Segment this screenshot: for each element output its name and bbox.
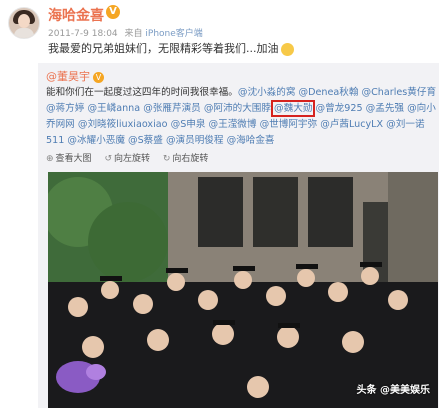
mention-link[interactable]: @曾龙925 [315, 103, 362, 114]
mention-link[interactable]: @演员明俊程 [166, 135, 224, 146]
mention-link[interactable]: @卢茜LucyLX [320, 119, 383, 130]
mention-link[interactable]: @Charles黄仔育 [362, 87, 437, 98]
post-timestamp[interactable]: 2011-7-9 18:04 [48, 29, 118, 39]
mention-link[interactable]: @沈小淼的窝 [238, 87, 296, 98]
repost-author[interactable]: @董昊宇 V [46, 68, 104, 84]
post-author[interactable]: 海哈金喜 [48, 5, 104, 25]
group-photo[interactable]: 头条 @美美娱乐 [48, 172, 438, 408]
user-avatar[interactable] [8, 7, 40, 39]
mention-link[interactable]: @刘晓筱liuxiaoxiao [78, 119, 168, 130]
watermark: 头条 @美美娱乐 [356, 385, 430, 396]
repost-text: 能和你们在一起度过这四年的时间我很幸福。@沈小淼的窝 @Denea秋翰 @Cha… [46, 85, 438, 149]
mention-link[interactable]: @冰耀小恶魔 [67, 135, 125, 146]
repost-intro: 能和你们在一起度过这四年的时间我很幸福。 [46, 87, 238, 98]
post-meta: 2011-7-9 18:04 来自 iPhone客户端 [48, 26, 203, 39]
rotate-left-icon: ↺ [104, 154, 112, 164]
mention-link[interactable]: @蒋方婷 [46, 103, 84, 114]
post-header: 海哈金喜 V 2011-7-9 18:04 来自 iPhone客户端 我最爱的兄… [0, 0, 439, 64]
client-prefix: 来自 [124, 29, 143, 39]
view-large-icon: ⊕ [46, 154, 54, 164]
mention-link[interactable]: @王嶙anna [87, 103, 140, 114]
repost-author-name[interactable]: @董昊宇 [46, 70, 90, 83]
graduation-photo-image [48, 172, 438, 408]
mention-link[interactable]: @张雁芹演员 [143, 103, 201, 114]
mention-link[interactable]: @世博阿宇弥 [260, 119, 318, 130]
mention-link[interactable]: @王滢微博 [209, 119, 257, 130]
mention-link[interactable]: @Denea秋翰 [299, 87, 359, 98]
rotate-left-button[interactable]: ↺ 向左旋转 [104, 154, 150, 164]
verified-badge-icon: V [106, 5, 120, 19]
post-text-content: 我最爱的兄弟姐妹们，无限精彩等着我们...加油 [48, 42, 279, 55]
mention-link[interactable]: @魏大勋 [271, 100, 316, 117]
mention-link[interactable]: @S蔡盛 [128, 135, 163, 146]
verified-badge-icon: V [93, 71, 104, 83]
post-text: 我最爱的兄弟姐妹们，无限精彩等着我们...加油 [48, 40, 294, 56]
view-large-button[interactable]: ⊕ 查看大图 [46, 154, 92, 164]
rotate-right-button[interactable]: ↻ 向右旋转 [163, 154, 209, 164]
image-actions: ⊕ 查看大图 ↺ 向左旋转 ↻ 向右旋转 [46, 151, 218, 167]
rotate-right-icon: ↻ [162, 154, 171, 164]
mention-link[interactable]: @海哈金喜 [227, 135, 275, 146]
post-client[interactable]: iPhone客户端 [145, 29, 202, 39]
mention-link[interactable]: @阿沛的大围脖 [204, 103, 271, 114]
emoji-icon [280, 42, 294, 56]
mention-link[interactable]: @S申泉 [171, 119, 206, 130]
mention-link[interactable]: @孟先强 [366, 103, 404, 114]
